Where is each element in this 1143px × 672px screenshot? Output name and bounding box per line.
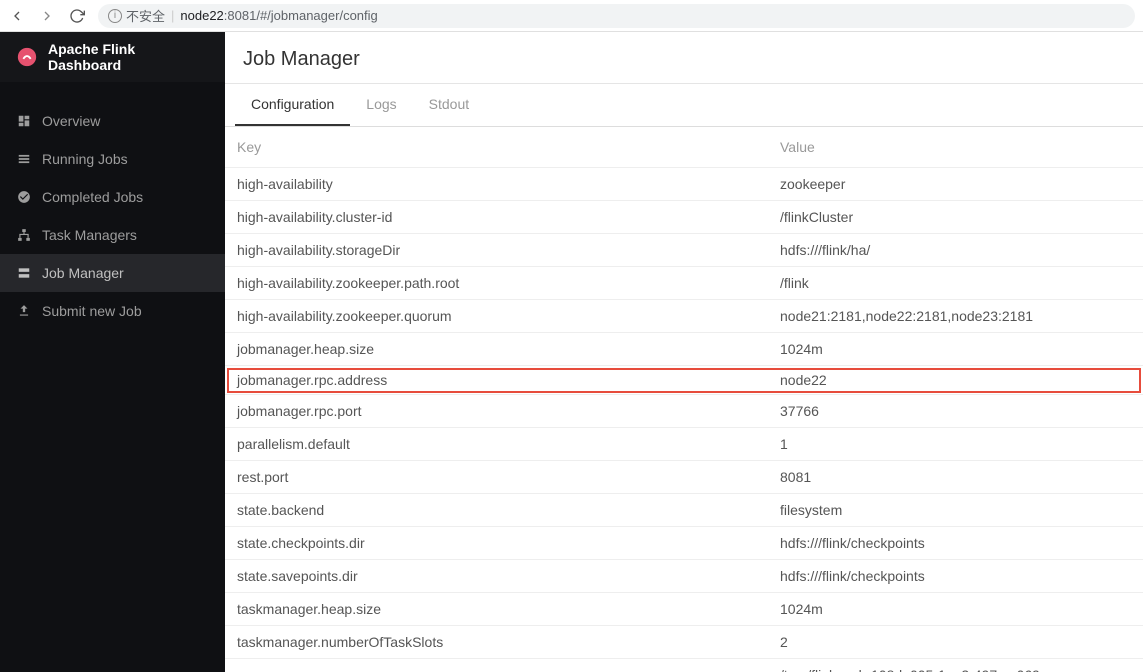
tab-logs[interactable]: Logs [350, 84, 412, 126]
sidebar: Apache Flink Dashboard Overview Running … [0, 32, 225, 672]
url-port: :8081 [224, 8, 257, 23]
tab-stdout[interactable]: Stdout [413, 84, 485, 126]
table-row: high-availability.cluster-id/flinkCluste… [225, 201, 1143, 234]
config-table-container: Key Value high-availabilityzookeeperhigh… [225, 127, 1143, 672]
config-value: zookeeper [770, 168, 1143, 201]
config-value: 1024m [770, 593, 1143, 626]
table-row: jobmanager.heap.size1024m [225, 333, 1143, 366]
config-table: Key Value high-availabilityzookeeperhigh… [225, 127, 1143, 672]
app-title: Apache Flink Dashboard [48, 41, 209, 73]
config-key: state.checkpoints.dir [225, 527, 770, 560]
table-row: web.tmpdir/tmp/flink-web-108de005-1ee3-4… [225, 659, 1143, 672]
table-row: taskmanager.heap.size1024m [225, 593, 1143, 626]
sidebar-header[interactable]: Apache Flink Dashboard [0, 32, 225, 82]
table-row: taskmanager.numberOfTaskSlots2 [225, 626, 1143, 659]
th-key: Key [225, 127, 770, 168]
content: Job Manager Configuration Logs Stdout Ke… [225, 32, 1143, 672]
table-row: jobmanager.rpc.port37766 [225, 395, 1143, 428]
config-value: 37766 [770, 395, 1143, 428]
running-icon [16, 151, 32, 167]
sidebar-item-label: Task Managers [42, 227, 137, 243]
table-row: jobmanager.rpc.addressnode22 [225, 366, 1143, 395]
url-path: /#/jobmanager/config [256, 8, 377, 23]
config-key: parallelism.default [225, 428, 770, 461]
table-row: state.checkpoints.dirhdfs:///flink/check… [225, 527, 1143, 560]
config-key: taskmanager.numberOfTaskSlots [225, 626, 770, 659]
config-key: high-availability [225, 168, 770, 201]
config-key: high-availability.zookeeper.quorum [225, 300, 770, 333]
insecure-label: 不安全 [126, 6, 165, 25]
dashboard-icon [16, 113, 32, 129]
url-host: node22 [180, 8, 223, 23]
config-key: jobmanager.heap.size [225, 333, 770, 366]
table-row: state.savepoints.dirhdfs:///flink/checkp… [225, 560, 1143, 593]
config-key: high-availability.zookeeper.path.root [225, 267, 770, 300]
config-value: node22 [770, 366, 1143, 395]
config-key: jobmanager.rpc.port [225, 395, 770, 428]
table-row: high-availability.zookeeper.quorumnode21… [225, 300, 1143, 333]
reload-icon[interactable] [68, 7, 86, 25]
config-value: /flink [770, 267, 1143, 300]
sidebar-item-label: Completed Jobs [42, 189, 143, 205]
config-key: jobmanager.rpc.address [225, 366, 770, 395]
upload-icon [16, 303, 32, 319]
config-key: state.backend [225, 494, 770, 527]
back-icon[interactable] [8, 7, 26, 25]
config-value: hdfs:///flink/checkpoints [770, 560, 1143, 593]
config-key: taskmanager.heap.size [225, 593, 770, 626]
content-header: Job Manager [225, 32, 1143, 84]
config-value: 2 [770, 626, 1143, 659]
config-value: /tmp/flink-web-108de005-1ee3-497c-a069-1… [770, 659, 1143, 672]
config-value: 1 [770, 428, 1143, 461]
sidebar-nav: Overview Running Jobs Completed Jobs Tas… [0, 82, 225, 330]
config-key: web.tmpdir [225, 659, 770, 672]
sidebar-item-label: Running Jobs [42, 151, 128, 167]
sitemap-icon [16, 227, 32, 243]
config-key: rest.port [225, 461, 770, 494]
site-info[interactable]: i 不安全 [108, 6, 165, 25]
tabs: Configuration Logs Stdout [225, 84, 1143, 127]
config-value: 1024m [770, 333, 1143, 366]
info-icon: i [108, 9, 122, 23]
url-bar[interactable]: i 不安全 | node22:8081/#/jobmanager/config [98, 4, 1135, 28]
flink-logo-icon [16, 46, 38, 68]
sidebar-item-label: Job Manager [42, 265, 124, 281]
sidebar-item-submit-job[interactable]: Submit new Job [0, 292, 225, 330]
sidebar-item-job-manager[interactable]: Job Manager [0, 254, 225, 292]
table-row: parallelism.default1 [225, 428, 1143, 461]
config-value: filesystem [770, 494, 1143, 527]
server-icon [16, 265, 32, 281]
config-value: /flinkCluster [770, 201, 1143, 234]
sidebar-item-completed-jobs[interactable]: Completed Jobs [0, 178, 225, 216]
check-circle-icon [16, 189, 32, 205]
forward-icon[interactable] [38, 7, 56, 25]
table-row: high-availability.zookeeper.path.root/fl… [225, 267, 1143, 300]
sidebar-item-label: Overview [42, 113, 100, 129]
table-row: high-availability.storageDirhdfs:///flin… [225, 234, 1143, 267]
table-row: state.backendfilesystem [225, 494, 1143, 527]
page-title: Job Manager [243, 48, 1125, 71]
sidebar-item-running-jobs[interactable]: Running Jobs [0, 140, 225, 178]
config-value: 8081 [770, 461, 1143, 494]
browser-toolbar: i 不安全 | node22:8081/#/jobmanager/config [0, 0, 1143, 32]
tab-configuration[interactable]: Configuration [235, 84, 350, 126]
table-row: rest.port8081 [225, 461, 1143, 494]
sidebar-item-task-managers[interactable]: Task Managers [0, 216, 225, 254]
config-key: state.savepoints.dir [225, 560, 770, 593]
config-key: high-availability.cluster-id [225, 201, 770, 234]
sidebar-item-label: Submit new Job [42, 303, 142, 319]
config-value: node21:2181,node22:2181,node23:2181 [770, 300, 1143, 333]
sidebar-item-overview[interactable]: Overview [0, 102, 225, 140]
config-key: high-availability.storageDir [225, 234, 770, 267]
th-value: Value [770, 127, 1143, 168]
table-row: high-availabilityzookeeper [225, 168, 1143, 201]
config-value: hdfs:///flink/ha/ [770, 234, 1143, 267]
config-value: hdfs:///flink/checkpoints [770, 527, 1143, 560]
